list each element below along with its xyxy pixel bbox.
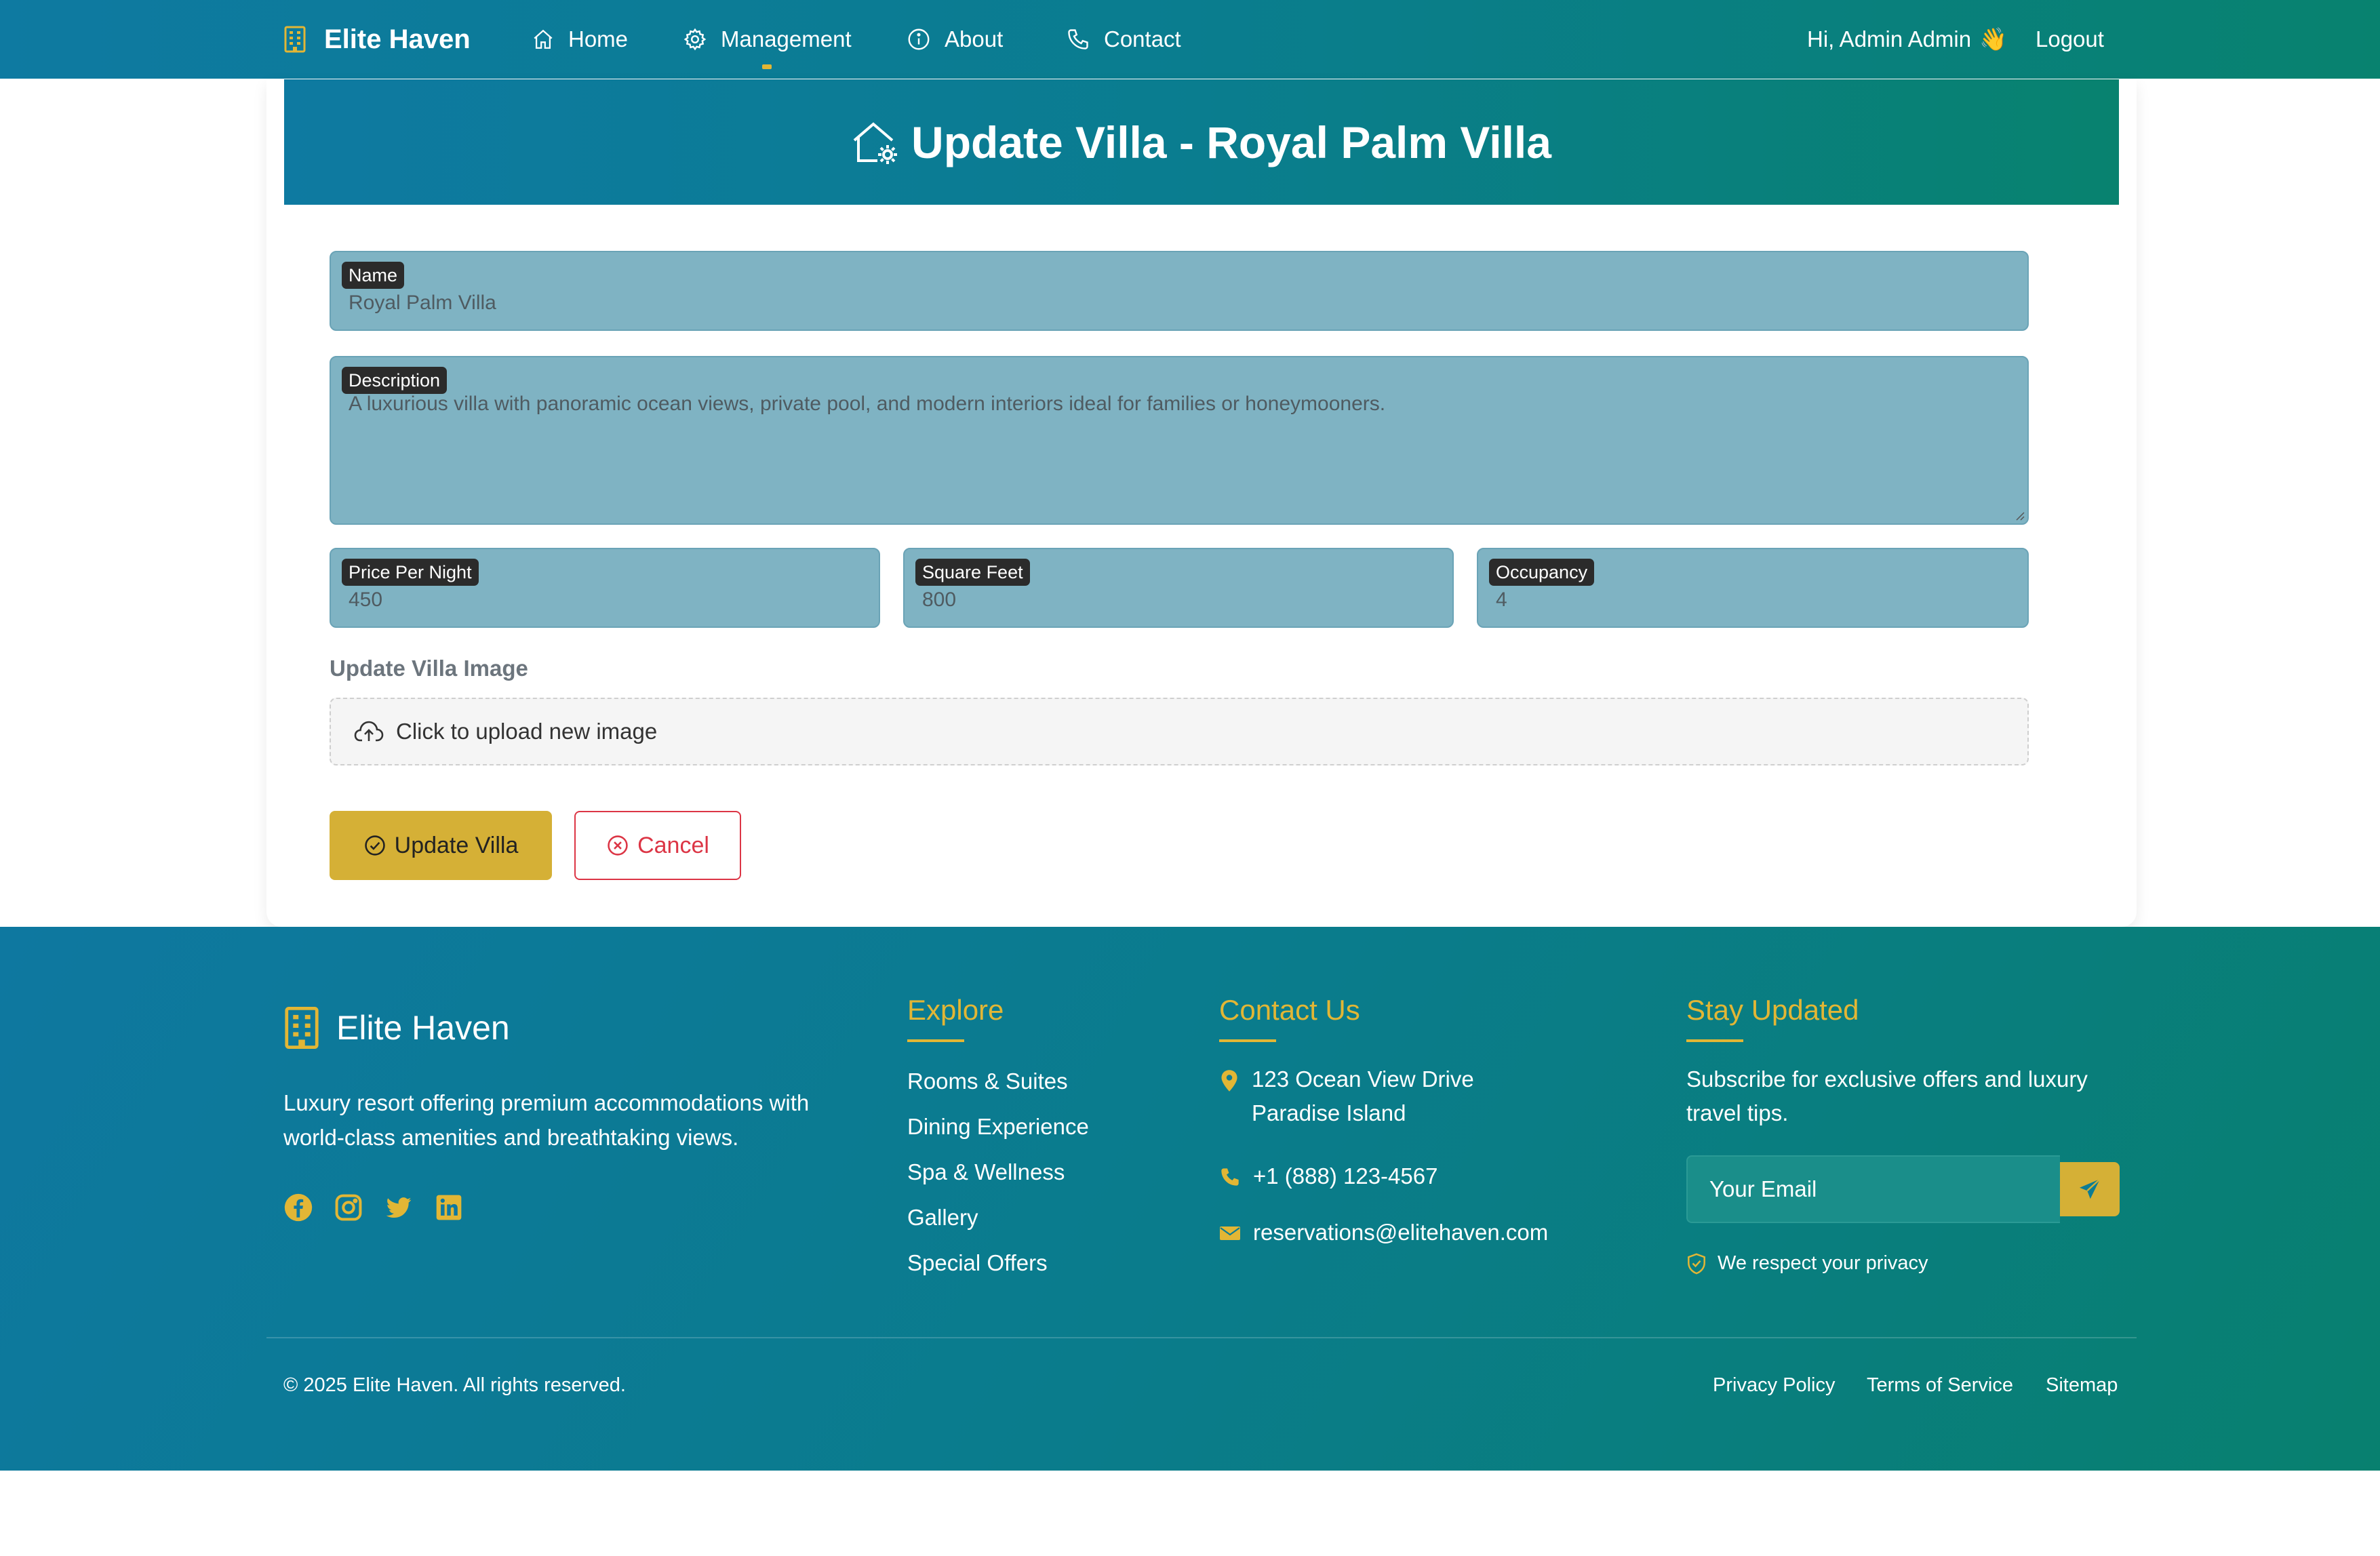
square-feet-field[interactable]: Square Feet 800: [903, 548, 1454, 628]
occupancy-field[interactable]: Occupancy 4: [1477, 548, 2029, 628]
address-line-2: Paradise Island: [1252, 1100, 1406, 1125]
contact-heading-underline: [1219, 1039, 1276, 1042]
building-icon: [283, 1005, 320, 1050]
copyright: © 2025 Elite Haven. All rights reserved.: [283, 1374, 626, 1396]
waving-hand-icon: 👋: [1979, 26, 2008, 52]
gear-icon: [683, 27, 707, 52]
footer-link-gallery[interactable]: Gallery: [907, 1205, 978, 1231]
nav-contact-label: Contact: [1104, 26, 1181, 52]
cloud-upload-icon: [354, 720, 384, 743]
price-field[interactable]: Price Per Night 450: [330, 548, 880, 628]
footer-link-dining[interactable]: Dining Experience: [907, 1114, 1089, 1140]
nav-management[interactable]: Management: [683, 0, 852, 79]
address-line-1: 123 Ocean View Drive: [1252, 1066, 1474, 1092]
image-upload-label: Update Villa Image: [330, 656, 528, 681]
square-feet-input[interactable]: 800: [922, 589, 956, 612]
footer-brand[interactable]: Elite Haven: [283, 1005, 510, 1050]
description-field[interactable]: Description A luxurious villa with panor…: [330, 356, 2029, 525]
home-icon: [532, 28, 555, 51]
newsletter-email-input[interactable]: Your Email: [1686, 1155, 2060, 1223]
footer-brand-name: Elite Haven: [336, 1009, 510, 1047]
nav-home-label: Home: [568, 26, 629, 52]
nav-management-label: Management: [721, 26, 852, 52]
square-feet-label: Square Feet: [915, 559, 1030, 586]
newsletter-form: Your Email: [1686, 1155, 2120, 1223]
price-input[interactable]: 450: [349, 589, 382, 612]
phone-icon: [1219, 1159, 1241, 1193]
nav-contact[interactable]: Contact: [1066, 0, 1181, 79]
facebook-icon[interactable]: [283, 1193, 313, 1222]
building-icon: [283, 26, 306, 53]
footer-description: Luxury resort offering premium accommoda…: [283, 1090, 810, 1150]
logout-link[interactable]: Logout: [2036, 0, 2104, 79]
resize-handle-icon[interactable]: [2014, 510, 2025, 521]
send-icon: [2078, 1177, 2102, 1201]
newsletter-heading-underline: [1686, 1039, 1743, 1042]
update-villa-button[interactable]: Update Villa: [330, 811, 552, 880]
phone-icon: [1066, 27, 1090, 52]
card-header: Update Villa - Royal Palm Villa: [284, 79, 2119, 205]
privacy-text: We respect your privacy: [1718, 1252, 1928, 1274]
dropdown-indicator: [762, 64, 772, 69]
privacy-policy-link[interactable]: Privacy Policy: [1713, 1374, 1836, 1397]
x-circle-icon: [606, 834, 629, 857]
info-icon: [907, 27, 931, 52]
check-circle-icon: [363, 834, 386, 857]
description-label: Description: [342, 367, 448, 394]
navbar: Elite Haven Home Management About Contac…: [0, 0, 2380, 79]
envelope-icon: [1219, 1216, 1241, 1250]
footer: Elite Haven Luxury resort offering premi…: [0, 927, 2380, 1471]
name-label: Name: [342, 262, 405, 289]
newsletter-heading: Stay Updated: [1686, 994, 1859, 1026]
brand-name: Elite Haven: [324, 24, 471, 54]
instagram-icon[interactable]: [334, 1193, 363, 1222]
twitter-icon[interactable]: [384, 1193, 414, 1222]
email-address: reservations@elitehaven.com: [1253, 1220, 1549, 1245]
shield-check-icon: [1686, 1253, 1707, 1275]
linkedin-icon[interactable]: [434, 1193, 464, 1222]
explore-heading: Explore: [907, 994, 1004, 1026]
name-field[interactable]: Name Royal Palm Villa: [330, 251, 2029, 331]
update-villa-card: Update Villa - Royal Palm Villa Name Roy…: [266, 79, 2137, 927]
user-greeting: Hi, Admin Admin 👋: [1807, 0, 2007, 79]
newsletter-text: Subscribe for exclusive offers and luxur…: [1686, 1066, 2088, 1125]
sitemap-link[interactable]: Sitemap: [2046, 1374, 2118, 1397]
footer-link-spa[interactable]: Spa & Wellness: [907, 1159, 1065, 1185]
image-upload-dropzone[interactable]: Click to upload new image: [330, 698, 2029, 765]
update-villa-label: Update Villa: [394, 832, 519, 858]
nav-home[interactable]: Home: [532, 0, 628, 79]
cancel-label: Cancel: [637, 832, 709, 858]
map-pin-icon: [1219, 1062, 1239, 1130]
greeting-text: Hi, Admin Admin: [1807, 26, 1972, 52]
phone-number: +1 (888) 123-4567: [1253, 1163, 1438, 1189]
upload-text: Click to upload new image: [396, 719, 658, 744]
navbar-brand[interactable]: Elite Haven: [283, 0, 471, 79]
house-gear-icon: [852, 120, 899, 165]
occupancy-input[interactable]: 4: [1496, 589, 1507, 612]
nav-about[interactable]: About: [907, 0, 1003, 79]
cancel-button[interactable]: Cancel: [574, 811, 741, 880]
privacy-note: We respect your privacy: [1686, 1252, 1928, 1275]
newsletter-submit-button[interactable]: [2060, 1162, 2120, 1216]
price-label: Price Per Night: [342, 559, 479, 586]
contact-address: 123 Ocean View Drive Paradise Island: [1219, 1062, 1474, 1130]
page-title: Update Villa - Royal Palm Villa: [911, 117, 1551, 167]
social-links: [283, 1193, 464, 1222]
footer-link-rooms[interactable]: Rooms & Suites: [907, 1069, 1068, 1094]
nav-about-label: About: [945, 26, 1004, 52]
terms-of-service-link[interactable]: Terms of Service: [1867, 1374, 2013, 1397]
footer-divider: [266, 1337, 2137, 1338]
footer-link-offers[interactable]: Special Offers: [907, 1250, 1048, 1276]
explore-heading-underline: [907, 1039, 964, 1042]
contact-phone[interactable]: +1 (888) 123-4567: [1219, 1159, 1437, 1193]
occupancy-label: Occupancy: [1489, 559, 1595, 586]
name-input[interactable]: Royal Palm Villa: [349, 292, 496, 315]
contact-email[interactable]: reservations@elitehaven.com: [1219, 1216, 1548, 1250]
description-textarea[interactable]: A luxurious villa with panoramic ocean v…: [349, 393, 1385, 416]
contact-heading: Contact Us: [1219, 994, 1360, 1026]
